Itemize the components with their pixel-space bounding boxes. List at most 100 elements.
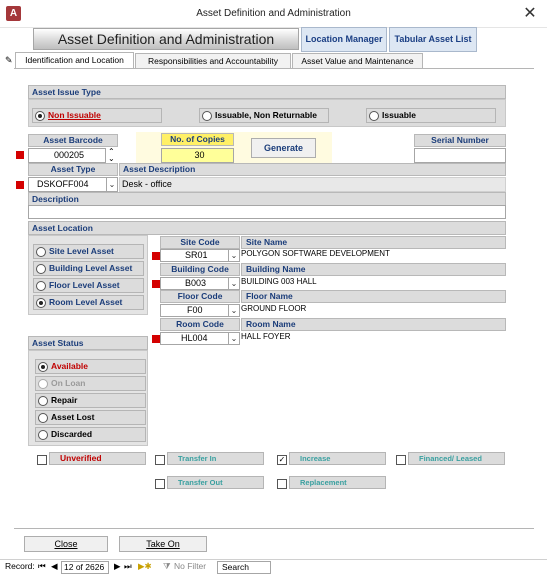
level-room[interactable]: Room Level Asset bbox=[33, 295, 144, 310]
radio-icon bbox=[38, 413, 48, 423]
required-marker bbox=[16, 181, 24, 189]
section-asset-location: Asset Location bbox=[28, 221, 506, 235]
transfer-out-label: Transfer Out bbox=[167, 476, 264, 489]
asset-desc-label: Asset Description bbox=[119, 163, 506, 176]
close-button[interactable]: Close bbox=[24, 536, 108, 552]
radio-icon bbox=[36, 264, 46, 274]
last-record-icon[interactable]: ⏭ bbox=[124, 561, 132, 572]
subtab-responsibilities[interactable]: Responsibilities and Accountability bbox=[135, 53, 291, 68]
generate-button[interactable]: Generate bbox=[251, 138, 316, 158]
building-code-combo[interactable]: B003 ⌄ bbox=[160, 277, 240, 290]
chevron-down-icon[interactable]: ⌄ bbox=[106, 178, 117, 191]
description-label: Description bbox=[28, 192, 506, 206]
radio-icon bbox=[36, 281, 46, 291]
barcode-label: Asset Barcode bbox=[28, 134, 118, 147]
take-on-button[interactable]: Take On bbox=[119, 536, 207, 552]
floor-name-label: Floor Name bbox=[241, 290, 506, 303]
radio-icon bbox=[38, 379, 48, 389]
level-floor[interactable]: Floor Level Asset bbox=[33, 278, 144, 293]
description-input[interactable] bbox=[28, 205, 506, 219]
radio-icon bbox=[35, 111, 45, 121]
increase-label: Increase bbox=[289, 452, 386, 465]
asset-type-value: DSKOFF004 bbox=[37, 179, 89, 189]
issue-option-non-issuable[interactable]: Non Issuable bbox=[32, 108, 162, 123]
next-record-icon[interactable]: ▶ bbox=[114, 561, 121, 572]
tab-location-manager[interactable]: Location Manager bbox=[301, 27, 387, 52]
chevron-down-icon[interactable]: ⌄ bbox=[228, 333, 239, 344]
filter-icon[interactable]: ⧩ bbox=[163, 561, 171, 572]
spinner-icon[interactable]: ⌃ ⌄ bbox=[108, 148, 115, 163]
issue-option-issuable[interactable]: Issuable bbox=[366, 108, 496, 123]
room-name-label: Room Name bbox=[241, 318, 506, 331]
serial-label: Serial Number bbox=[414, 134, 506, 147]
tab-tabular-asset-list[interactable]: Tabular Asset List bbox=[389, 27, 477, 52]
floor-code-label: Floor Code bbox=[160, 290, 240, 303]
status-repair[interactable]: Repair bbox=[35, 393, 146, 408]
transfer-in-checkbox[interactable] bbox=[155, 455, 165, 465]
section-asset-status: Asset Status bbox=[28, 336, 148, 350]
subtab-value-maintenance[interactable]: Asset Value and Maintenance bbox=[292, 53, 423, 68]
radio-icon bbox=[369, 111, 379, 121]
issue-option-issuable-non-returnable[interactable]: Issuable, Non Returnable bbox=[199, 108, 329, 123]
room-code-value: HL004 bbox=[181, 333, 208, 343]
radio-icon bbox=[38, 362, 48, 372]
first-record-icon[interactable]: ⏮ bbox=[38, 561, 46, 572]
record-label: Record: bbox=[5, 561, 35, 571]
required-marker bbox=[16, 151, 24, 159]
barcode-input[interactable]: 000205 bbox=[28, 148, 106, 163]
required-marker bbox=[152, 280, 160, 288]
chevron-down-icon[interactable]: ⌄ bbox=[228, 305, 239, 316]
site-code-combo[interactable]: SR01 ⌄ bbox=[160, 249, 240, 262]
section-issue-type: Asset Issue Type bbox=[28, 85, 506, 99]
site-code-value: SR01 bbox=[185, 250, 208, 260]
asset-desc-field[interactable]: Desk - office bbox=[119, 177, 506, 192]
asset-type-combo[interactable]: DSKOFF004 ⌄ bbox=[28, 177, 118, 192]
unverified-label: Unverified bbox=[49, 452, 146, 465]
copies-input[interactable]: 30 bbox=[161, 148, 234, 163]
status-discarded[interactable]: Discarded bbox=[35, 427, 146, 442]
form-header-title: Asset Definition and Administration bbox=[33, 28, 299, 50]
level-site[interactable]: Site Level Asset bbox=[33, 244, 144, 259]
no-filter-label[interactable]: No Filter bbox=[174, 561, 206, 571]
room-name-value: HALL FOYER bbox=[241, 332, 291, 341]
new-record-icon[interactable]: ▶✱ bbox=[138, 561, 152, 572]
asset-type-label: Asset Type bbox=[28, 163, 118, 176]
status-asset-lost[interactable]: Asset Lost bbox=[35, 410, 146, 425]
status-on-loan[interactable]: On Loan bbox=[35, 376, 146, 391]
divider bbox=[14, 528, 534, 529]
chevron-down-icon[interactable]: ⌄ bbox=[228, 278, 239, 289]
room-code-label: Room Code bbox=[160, 318, 240, 331]
building-code-label: Building Code bbox=[160, 263, 240, 276]
room-code-combo[interactable]: HL004 ⌄ bbox=[160, 332, 240, 345]
level-building[interactable]: Building Level Asset bbox=[33, 261, 144, 276]
record-position-input[interactable]: 12 of 2626 bbox=[61, 561, 109, 574]
chevron-down-icon[interactable]: ⌄ bbox=[228, 250, 239, 261]
financed-label: Financed/ Leased bbox=[408, 452, 505, 465]
transfer-in-label: Transfer In bbox=[167, 452, 264, 465]
building-name-label: Building Name bbox=[241, 263, 506, 276]
floor-code-combo[interactable]: F00 ⌄ bbox=[160, 304, 240, 317]
replacement-label: Replacement bbox=[289, 476, 386, 489]
required-marker bbox=[152, 252, 160, 260]
required-marker bbox=[152, 335, 160, 343]
prev-record-icon[interactable]: ◀ bbox=[51, 561, 58, 572]
site-name-label: Site Name bbox=[241, 236, 506, 249]
serial-input[interactable] bbox=[414, 148, 506, 163]
radio-icon bbox=[38, 396, 48, 406]
building-name-value: BUILDING 003 HALL bbox=[241, 277, 317, 286]
search-input[interactable]: Search bbox=[217, 561, 271, 574]
unverified-checkbox[interactable] bbox=[37, 455, 47, 465]
close-icon[interactable]: ✕ bbox=[520, 4, 540, 24]
replacement-checkbox[interactable] bbox=[277, 479, 287, 489]
transfer-out-checkbox[interactable] bbox=[155, 479, 165, 489]
site-code-label: Site Code bbox=[160, 236, 240, 249]
financed-checkbox[interactable] bbox=[396, 455, 406, 465]
subtab-identification[interactable]: Identification and Location bbox=[15, 52, 134, 69]
radio-icon bbox=[36, 247, 46, 257]
radio-icon bbox=[202, 111, 212, 121]
floor-code-value: F00 bbox=[187, 305, 203, 315]
building-code-value: B003 bbox=[185, 278, 207, 288]
floor-name-value: GROUND FLOOR bbox=[241, 304, 307, 313]
status-available[interactable]: Available bbox=[35, 359, 146, 374]
increase-checkbox[interactable]: ✓ bbox=[277, 455, 287, 465]
